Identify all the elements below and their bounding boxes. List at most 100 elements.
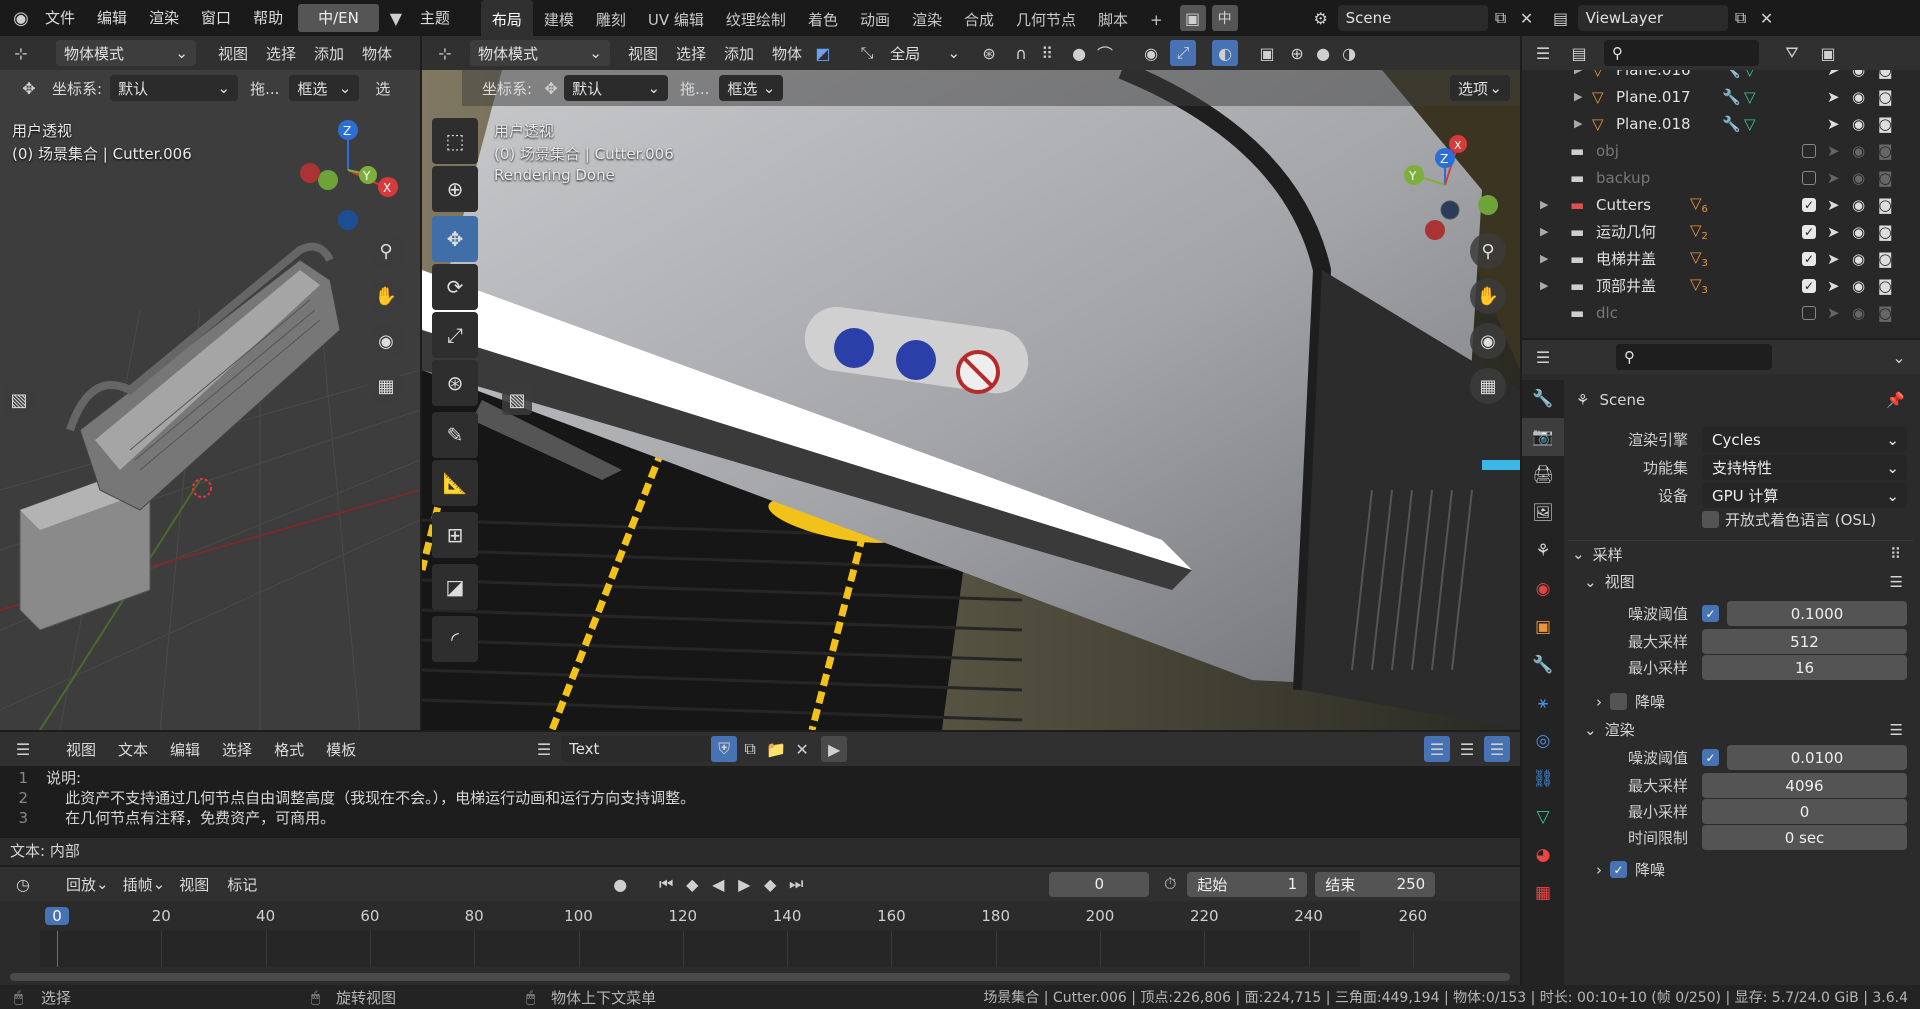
eye-icon[interactable]: ◉ [1852,196,1865,214]
expand-arrow-icon[interactable]: ▶ [1540,198,1548,211]
pan-hand-icon[interactable]: ✋ [368,278,404,314]
zoom-icon[interactable]: ⚲ [1470,233,1506,269]
camera-icon[interactable]: ◙ [1878,196,1893,214]
chevron-down-icon[interactable]: ▼ [383,5,409,31]
tool-tab-icon[interactable]: 🔧 [1522,380,1564,418]
physics-tab-icon[interactable]: ◎ [1522,722,1564,760]
bevel-tool-icon[interactable]: ◜ [432,616,478,662]
coord-dropdown[interactable]: 默认 ⌄ [564,75,669,101]
select-arrow-icon[interactable]: ➤ [1827,88,1840,106]
zh-button[interactable]: 中 [1211,5,1238,31]
menu-view[interactable]: 视图 [628,43,658,64]
select-arrow-icon[interactable]: ➤ [1827,196,1840,214]
close-icon[interactable]: ✕ [1514,5,1540,31]
min-samples-field[interactable]: 0 [1702,799,1907,824]
tab-rendering[interactable]: 渲染 [901,0,953,36]
proportional-icon[interactable]: ● [1066,40,1092,66]
min-samples-field[interactable]: 16 [1702,655,1907,680]
camera-icon[interactable]: ◙ [1878,88,1893,106]
eye-icon[interactable]: ◉ [1852,277,1865,295]
expand-arrow-icon[interactable]: ▶ [1574,70,1582,76]
select-arrow-icon[interactable]: ➤ [1827,115,1840,133]
output-tab-icon[interactable]: 🖨 [1522,456,1564,494]
menu-templates[interactable]: 模板 [326,739,356,760]
expand-arrow-icon[interactable]: ▶ [1540,279,1548,292]
annotate-tool-icon[interactable]: ✎ [432,412,478,458]
camera-icon[interactable]: ◉ [1470,323,1506,359]
expand-arrow-icon[interactable]: ▶ [1540,225,1548,238]
include-checkbox[interactable] [1802,170,1816,185]
mode-dropdown[interactable]: 物体模式 ⌄ [470,40,610,66]
viewport-denoise-row[interactable]: › 降噪 [1570,688,1915,715]
run-script-icon[interactable]: ▶ [821,736,848,762]
outliner-row[interactable]: ▬ backup ➤ ◉ ◙ [1522,164,1920,191]
outliner-search-input[interactable]: ⚲ [1604,40,1759,66]
transform-tool-icon[interactable]: ⊛ [432,360,478,406]
language-toggle[interactable]: 中/EN [298,4,379,32]
xray-icon[interactable]: ▣ [1254,40,1280,66]
outliner-row[interactable]: ▬ dlc ➤ ◉ ◙ [1522,299,1920,326]
current-frame-marker[interactable]: 0 [45,907,69,925]
copy-icon[interactable]: ⧉ [1488,5,1514,31]
zoom-icon[interactable]: ⚲ [368,233,404,269]
noise-threshold-checkbox[interactable]: ✓ [1702,749,1719,766]
data-tab-icon[interactable]: ▽ [1522,798,1564,836]
include-checkbox[interactable]: ✓ [1802,251,1816,266]
max-samples-field[interactable]: 512 [1702,629,1907,654]
camera-icon[interactable]: ◙ [1878,304,1893,322]
select-arrow-icon[interactable]: ➤ [1827,277,1840,295]
menu-view[interactable]: 视图 [218,43,248,64]
timeline-ruler[interactable]: 0 20 40 60 80 100 120 140 160 180 200 220 240 260 [0,901,1520,985]
device-dropdown[interactable]: GPU 计算 ⌄ [1702,483,1907,508]
menu-select[interactable]: 选择 [266,43,296,64]
snap-grid-icon[interactable]: ⠿ [1034,40,1060,66]
scale-tool-icon[interactable]: ⤢ [432,312,478,358]
viewport-subsection[interactable]: ⌄ 视图 ☰ [1570,568,1915,595]
include-checkbox[interactable] [1802,143,1816,158]
filter-icon[interactable]: ⛛ [1779,40,1805,66]
menu-select[interactable]: 选择 [676,43,706,64]
eye-icon[interactable]: ◉ [1852,169,1865,187]
menu-object[interactable]: 物体 [362,43,392,64]
prev-keyframe-icon[interactable]: ◆ [679,871,705,897]
denoise-checkbox[interactable] [1610,693,1627,710]
viewlayer-icon[interactable]: ▤ [1548,5,1574,31]
constraints-tab-icon[interactable]: ⛓ [1522,760,1564,798]
stopwatch-icon[interactable]: ⏱ [1157,871,1183,897]
outliner-row[interactable]: ▶ ▽ Plane.017 🔧 ▽ ➤ ◉ ◙ [1522,83,1920,110]
theme-menu[interactable]: 主题 [409,0,461,36]
main-viewport[interactable]: 用户透视 (0) 场景集合 | Cutter.006 Rendering Don… [422,70,1520,730]
select-arrow-icon[interactable]: ➤ [1827,250,1840,268]
options-dropdown[interactable]: 选项 ⌄ [1450,75,1510,101]
camera-icon[interactable]: ◙ [1878,169,1893,187]
jump-end-icon[interactable]: ⏭ [783,871,809,897]
syntax-icon[interactable]: ☰ [1484,736,1510,762]
menu-playback[interactable]: 回放 [66,874,96,895]
eye-icon[interactable]: ◉ [1852,223,1865,241]
menu-object[interactable]: 物体 [772,43,802,64]
select-arrow-icon[interactable]: ➤ [1827,70,1840,79]
text-name-field[interactable]: Text [561,736,712,762]
modifier-icon[interactable]: ◩ [810,40,836,66]
add-cube-tool-icon[interactable]: ⊞ [432,512,478,558]
gizmo-icon[interactable]: ⤢ [1170,40,1197,66]
eye-icon[interactable]: ◉ [1852,304,1865,322]
new-collection-icon[interactable]: ▣ [1815,40,1841,66]
camera-icon[interactable]: ◙ [1878,142,1893,160]
select-arrow-icon[interactable]: ➤ [1827,142,1840,160]
grid-icon[interactable]: ▦ [368,368,404,404]
max-samples-field[interactable]: 4096 [1702,773,1907,798]
scene-selector[interactable]: Scene [1337,5,1488,31]
close-icon[interactable]: ✕ [789,736,815,762]
sampling-section[interactable]: ⌄ 采样 ⠿ [1568,540,1913,567]
camera-icon[interactable]: ◙ [1878,70,1893,79]
menu-file[interactable]: 文件 [34,0,86,36]
particles-tab-icon[interactable]: ⚹ [1522,684,1564,722]
editor-type-icon[interactable]: ⊹ [8,40,34,66]
render-tab-icon[interactable]: 📷 [1522,418,1564,456]
close-icon[interactable]: ✕ [1754,5,1780,31]
eye-icon[interactable]: ◉ [1852,142,1865,160]
viewlayer-selector[interactable]: ViewLayer [1577,5,1728,31]
scene-tab-icon[interactable]: ⚘ [1522,532,1564,570]
display-mode-icon[interactable]: ▤ [1566,40,1592,66]
